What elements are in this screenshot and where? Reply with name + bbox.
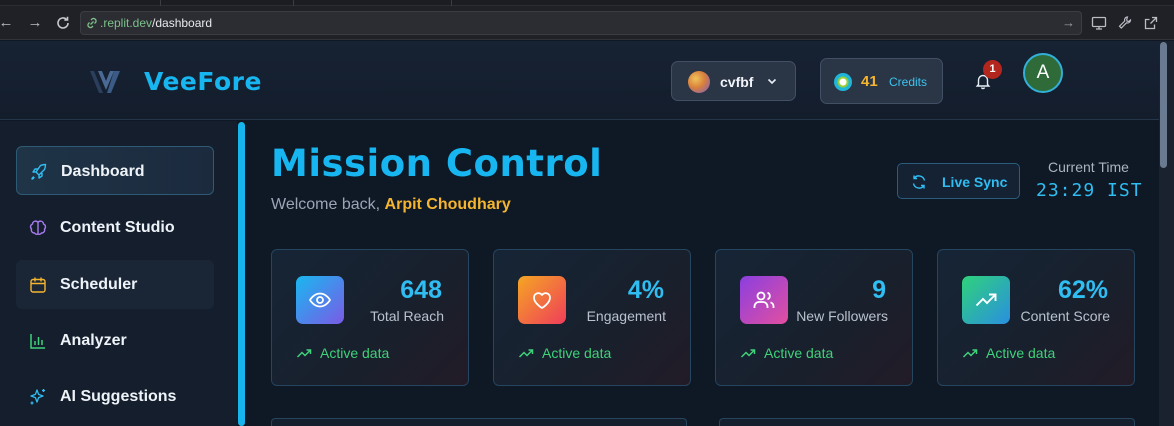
rocket-icon <box>31 163 47 180</box>
stat-icon-box <box>962 276 1010 324</box>
stat-value: 9 <box>872 276 886 304</box>
panel-left <box>271 418 687 426</box>
stat-icon-box <box>740 276 788 324</box>
current-time-label: Current Time <box>1048 159 1129 175</box>
url-host: .replit.dev <box>100 16 153 30</box>
brain-icon <box>29 220 47 235</box>
stat-value: 62% <box>1057 276 1108 304</box>
credits-count: 41 <box>861 73 878 90</box>
users-icon <box>753 291 775 308</box>
current-time-value: 23:29 IST <box>1036 180 1143 201</box>
panel-right <box>719 418 1135 426</box>
monitor-icon[interactable] <box>1091 15 1107 31</box>
stat-label: Content Score <box>1020 308 1111 324</box>
notification-badge: 1 <box>983 60 1002 79</box>
sidebar-item-label: Content Studio <box>60 219 175 236</box>
sidebar-item-label: Dashboard <box>61 163 145 180</box>
trending-up-icon <box>975 293 997 307</box>
stat-label: Engagement <box>586 308 666 324</box>
welcome-message: Welcome back, Arpit Choudhary <box>271 196 511 214</box>
sidebar-item-label: Analyzer <box>60 332 127 349</box>
sparkles-icon <box>30 389 45 405</box>
sidebar-item-scheduler[interactable]: Scheduler <box>16 260 214 309</box>
welcome-prefix: Welcome back, <box>271 196 381 213</box>
stat-footer-text: Active data <box>764 345 834 361</box>
trending-up-icon <box>518 349 534 358</box>
heart-icon <box>533 292 551 309</box>
stat-label: New Followers <box>796 308 888 324</box>
stat-card-content-score[interactable]: 62% Content Score Active data <box>937 249 1135 386</box>
brand-name[interactable]: VeeFore <box>144 67 262 96</box>
stat-icon-box <box>296 276 344 324</box>
page-scrollbar[interactable] <box>1160 42 1167 168</box>
address-bar[interactable]: .replit.dev/dashboard → <box>80 11 1082 35</box>
sidebar-item-ai-suggestions[interactable]: AI Suggestions <box>16 372 214 421</box>
trending-up-icon <box>740 349 756 358</box>
stat-card-new-followers[interactable]: 9 New Followers Active data <box>715 249 913 386</box>
url-path: /dashboard <box>152 16 213 30</box>
stat-footer-text: Active data <box>320 345 390 361</box>
stat-value: 4% <box>627 276 664 304</box>
trending-up-icon <box>962 349 978 358</box>
external-link-icon[interactable] <box>1143 15 1159 31</box>
link-icon <box>87 17 97 29</box>
sidebar-item-content-studio[interactable]: Content Studio <box>16 203 214 252</box>
page-title: Mission Control <box>271 142 603 185</box>
app-header: VeeFore cvfbf 41 Credits 1 A <box>0 41 1159 120</box>
stat-label: Total Reach <box>370 308 444 324</box>
stat-card-engagement[interactable]: 4% Engagement Active data <box>493 249 691 386</box>
sidebar-item-dashboard[interactable]: Dashboard <box>16 146 214 195</box>
reload-icon[interactable] <box>54 14 72 32</box>
sidebar-item-label: Scheduler <box>60 276 138 293</box>
refresh-icon <box>912 175 926 189</box>
credits-label: Credits <box>889 75 928 89</box>
stat-card-total-reach[interactable]: 648 Total Reach Active data <box>271 249 469 386</box>
wrench-icon[interactable] <box>1117 15 1133 31</box>
credits-coin-icon <box>834 73 852 91</box>
browser-toolbar: ← → .replit.dev/dashboard → <box>0 6 1174 40</box>
back-icon[interactable]: ← <box>0 14 15 32</box>
user-name: Arpit Choudhary <box>384 196 511 213</box>
live-sync-button[interactable]: Live Sync <box>897 163 1020 199</box>
go-arrow-icon[interactable]: → <box>1062 15 1075 30</box>
workspace-switcher[interactable]: cvfbf <box>671 61 796 101</box>
workspace-avatar <box>688 71 710 93</box>
chevron-down-icon <box>767 78 777 85</box>
user-avatar[interactable]: A <box>1023 53 1063 93</box>
sidebar-item-label: AI Suggestions <box>60 388 177 405</box>
stat-icon-box <box>518 276 566 324</box>
trending-up-icon <box>296 349 312 358</box>
workspace-name: cvfbf <box>720 74 754 90</box>
forward-icon[interactable]: → <box>26 14 44 32</box>
stat-footer-text: Active data <box>986 345 1056 361</box>
sidebar-scrollbar[interactable] <box>238 122 245 426</box>
calendar-icon <box>30 277 46 293</box>
bar-chart-icon <box>30 334 45 349</box>
url-text: .replit.dev/dashboard <box>100 16 212 30</box>
stat-value: 648 <box>400 276 442 304</box>
stat-footer-text: Active data <box>542 345 612 361</box>
eye-icon <box>308 292 332 308</box>
sidebar-item-analyzer[interactable]: Analyzer <box>16 316 214 365</box>
sidebar: Dashboard Content Studio Scheduler Analy… <box>0 121 237 426</box>
veefore-logo-icon <box>90 71 120 93</box>
credits-button[interactable]: 41 Credits <box>820 58 943 104</box>
live-sync-label: Live Sync <box>942 174 1008 190</box>
